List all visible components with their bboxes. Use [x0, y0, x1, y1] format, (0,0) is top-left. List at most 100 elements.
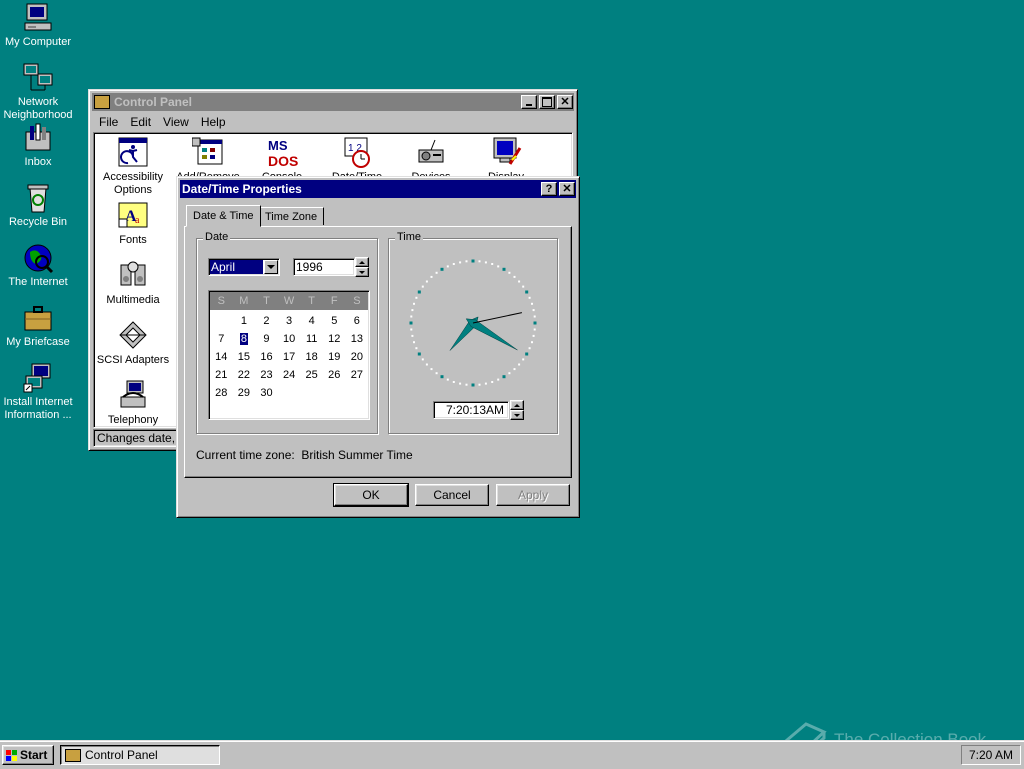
time-spinner[interactable] — [510, 400, 524, 420]
calendar-day[interactable]: 23 — [255, 366, 278, 384]
menu-file[interactable]: File — [93, 115, 124, 129]
recycle-bin-icon — [22, 182, 54, 214]
calendar-day[interactable]: 11 — [300, 330, 323, 348]
clock-minute-mark — [430, 368, 433, 371]
calendar-day[interactable]: 1 — [233, 312, 256, 330]
calendar-day[interactable]: 24 — [278, 366, 301, 384]
cp-item-telephony[interactable]: Telephony — [94, 379, 172, 427]
calendar-day[interactable]: 3 — [278, 312, 301, 330]
clock-minute-mark — [513, 275, 516, 278]
time-group-label: Time — [395, 231, 424, 243]
calendar-day[interactable]: 12 — [323, 330, 346, 348]
time-up-button[interactable] — [510, 400, 524, 410]
calendar-day[interactable]: 26 — [323, 366, 346, 384]
telephony-icon — [117, 379, 149, 411]
close-button[interactable]: ✕ — [557, 95, 573, 109]
desktop-icon-my-briefcase[interactable]: My Briefcase — [0, 302, 76, 349]
calendar-day[interactable]: 20 — [346, 348, 369, 366]
cp-item-scsi-adapters[interactable]: SCSI Adapters — [94, 319, 172, 367]
calendar-day[interactable]: 10 — [278, 330, 301, 348]
time-down-button[interactable] — [510, 410, 524, 420]
menu-view[interactable]: View — [157, 115, 195, 129]
taskbar-button-control-panel[interactable]: Control Panel — [60, 745, 220, 765]
menu-edit[interactable]: Edit — [124, 115, 157, 129]
year-up-button[interactable] — [355, 257, 369, 267]
taskbar-clock[interactable]: 7:20 AM — [969, 748, 1013, 762]
clock-minute-mark — [508, 372, 511, 375]
clock-hour-mark — [525, 290, 529, 294]
calendar-day[interactable]: 14 — [210, 348, 233, 366]
calendar-day[interactable]: 15 — [233, 348, 256, 366]
start-button[interactable]: Start — [2, 745, 54, 765]
help-button[interactable]: ? — [541, 182, 557, 196]
calendar-day[interactable]: 2 — [255, 312, 278, 330]
spin-down-icon — [514, 413, 520, 417]
calendar-day[interactable]: 30 — [255, 384, 278, 402]
control-panel-menubar: File Edit View Help — [93, 113, 232, 131]
minimize-button[interactable] — [521, 95, 537, 109]
cp-item-fonts[interactable]: Aa Fonts — [94, 199, 172, 247]
clock-hour-mark — [409, 321, 413, 325]
month-value: April — [210, 260, 263, 274]
calendar-day[interactable]: 29 — [233, 384, 256, 402]
weekday-label: S — [210, 292, 233, 310]
clock-minute-mark — [459, 261, 462, 264]
apply-button[interactable]: Apply — [496, 484, 570, 506]
year-spinner[interactable] — [355, 257, 369, 277]
calendar-day[interactable]: 17 — [278, 348, 301, 366]
clock-minute-mark — [491, 263, 494, 265]
desktop-icon-install-internet-information[interactable]: Install Internet Information ... — [0, 362, 76, 422]
menu-help[interactable]: Help — [195, 115, 232, 129]
spin-down-icon — [359, 270, 365, 274]
dropdown-arrow-button[interactable] — [264, 260, 278, 274]
clock-minute-mark — [446, 265, 449, 268]
clock-minute-mark — [484, 382, 487, 385]
cp-item-multimedia[interactable]: Multimedia — [94, 259, 172, 307]
dialog-titlebar[interactable]: Date/Time Properties ? ✕ — [180, 180, 576, 198]
calendar[interactable]: SMTWTFS 1 2 3 4 5 6 7 8 9 10 11 12 13 14 15 16 17 18 19 20 2… — [208, 290, 370, 420]
clock-minute-mark — [531, 302, 533, 305]
calendar-day[interactable]: 18 — [300, 348, 323, 366]
calendar-day[interactable]: 25 — [300, 366, 323, 384]
calendar-day[interactable]: 22 — [233, 366, 256, 384]
clock-minute-mark — [452, 381, 455, 383]
ok-button[interactable]: OK — [333, 483, 409, 507]
calendar-day[interactable]: 21 — [210, 366, 233, 384]
calendar-day[interactable]: 9 — [255, 330, 278, 348]
clock-minute-mark — [465, 260, 468, 263]
clock-hour-mark — [440, 267, 444, 271]
maximize-button[interactable] — [539, 95, 555, 109]
calendar-day[interactable]: 16 — [255, 348, 278, 366]
windows-logo-icon — [6, 749, 17, 761]
tab-time-zone[interactable]: Time Zone — [258, 207, 325, 225]
year-down-button[interactable] — [355, 267, 369, 277]
calendar-day[interactable]: 7 — [210, 330, 233, 348]
time-field[interactable]: 7:20:13AM — [433, 401, 509, 419]
svg-text:a: a — [135, 215, 140, 226]
desktop-icon-recycle-bin[interactable]: Recycle Bin — [0, 182, 76, 229]
year-field[interactable]: 1996 — [293, 258, 355, 276]
spin-up-icon — [359, 260, 365, 264]
calendar-day[interactable]: 28 — [210, 384, 233, 402]
calendar-day[interactable]: 19 — [323, 348, 346, 366]
weekday-label: W — [277, 292, 301, 310]
calendar-day-selected[interactable]: 8 — [233, 330, 256, 348]
calendar-days: 1 2 3 4 5 6 7 8 9 10 11 12 13 14 15 16 17 18 19 20 21 22 23 24 2… — [210, 312, 368, 402]
clock-minute-hand — [465, 318, 518, 351]
dialog-close-button[interactable]: ✕ — [559, 182, 575, 196]
control-panel-titlebar[interactable]: Control Panel ✕ — [92, 93, 574, 111]
calendar-day[interactable]: 13 — [346, 330, 369, 348]
desktop-icon-network-neighborhood[interactable]: Network Neighborhood — [0, 62, 76, 122]
cancel-button[interactable]: Cancel — [415, 484, 489, 506]
desktop-icon-my-computer[interactable]: My Computer — [0, 2, 76, 49]
calendar-day[interactable]: 5 — [323, 312, 346, 330]
tab-date-time[interactable]: Date & Time — [186, 205, 261, 227]
cp-item-accessibility-options[interactable]: Accessibility Options — [94, 136, 172, 197]
desktop-icon-the-internet[interactable]: The Internet — [0, 242, 76, 289]
calendar-day[interactable]: 6 — [346, 312, 369, 330]
calendar-day[interactable]: 4 — [300, 312, 323, 330]
date-time-properties-dialog[interactable]: Date/Time Properties ? ✕ Date & Time Tim… — [176, 176, 580, 518]
month-dropdown[interactable]: April — [208, 258, 280, 276]
desktop-icon-inbox[interactable]: Inbox — [0, 122, 76, 169]
calendar-day[interactable]: 27 — [346, 366, 369, 384]
